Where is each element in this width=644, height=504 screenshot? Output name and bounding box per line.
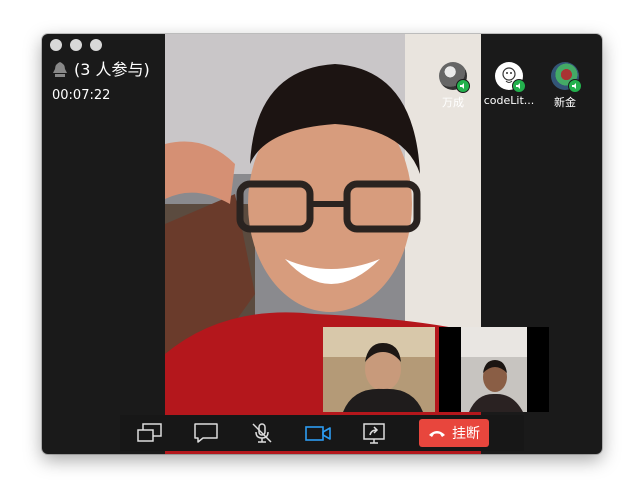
call-title: (3 人参与) bbox=[74, 60, 150, 79]
share-screen-button[interactable] bbox=[361, 422, 387, 444]
camera-icon bbox=[305, 426, 331, 441]
group-icon bbox=[52, 61, 68, 79]
window-controls bbox=[50, 39, 102, 51]
hangup-label: 挂断 bbox=[452, 426, 480, 442]
chat-icon bbox=[194, 423, 218, 443]
chat-button[interactable] bbox=[193, 422, 219, 444]
avatar bbox=[551, 62, 582, 93]
call-toolbar: 挂断 bbox=[120, 415, 524, 451]
speaking-icon bbox=[568, 79, 582, 93]
participant-name: 新金 bbox=[554, 96, 576, 109]
speaking-icon bbox=[512, 79, 526, 93]
participant-list: 万成 codeLit... 新金 bbox=[430, 62, 588, 110]
self-video-thumbnail[interactable] bbox=[439, 327, 549, 412]
speaking-icon bbox=[456, 79, 470, 93]
share-screen-icon bbox=[363, 423, 385, 444]
participant-name: 万成 bbox=[442, 96, 464, 109]
hangup-button[interactable]: 挂断 bbox=[419, 419, 489, 447]
avatar bbox=[439, 62, 470, 93]
call-header: (3 人参与) 00:07:22 bbox=[52, 60, 150, 103]
minimize-window-button[interactable] bbox=[70, 39, 82, 51]
call-timer: 00:07:22 bbox=[52, 88, 111, 103]
mute-button[interactable] bbox=[249, 422, 275, 444]
close-window-button[interactable] bbox=[50, 39, 62, 51]
participant-item[interactable]: 新金 bbox=[542, 62, 588, 110]
avatar bbox=[495, 62, 526, 93]
screen-share-button[interactable] bbox=[137, 422, 163, 444]
zoom-window-button[interactable] bbox=[90, 39, 102, 51]
video-call-window: (3 人参与) 00:07:22 万成 codeLit... 新金 挂断 bbox=[42, 34, 602, 454]
phone-hangup-icon bbox=[429, 431, 445, 437]
participant-item[interactable]: codeLit... bbox=[483, 62, 535, 110]
mic-muted-icon bbox=[252, 423, 272, 443]
camera-button[interactable] bbox=[305, 422, 331, 444]
screen-share-icon bbox=[137, 423, 162, 442]
participant-video-thumbnail[interactable] bbox=[323, 327, 435, 412]
participant-item[interactable]: 万成 bbox=[430, 62, 476, 110]
participant-name: codeLit... bbox=[483, 94, 535, 107]
